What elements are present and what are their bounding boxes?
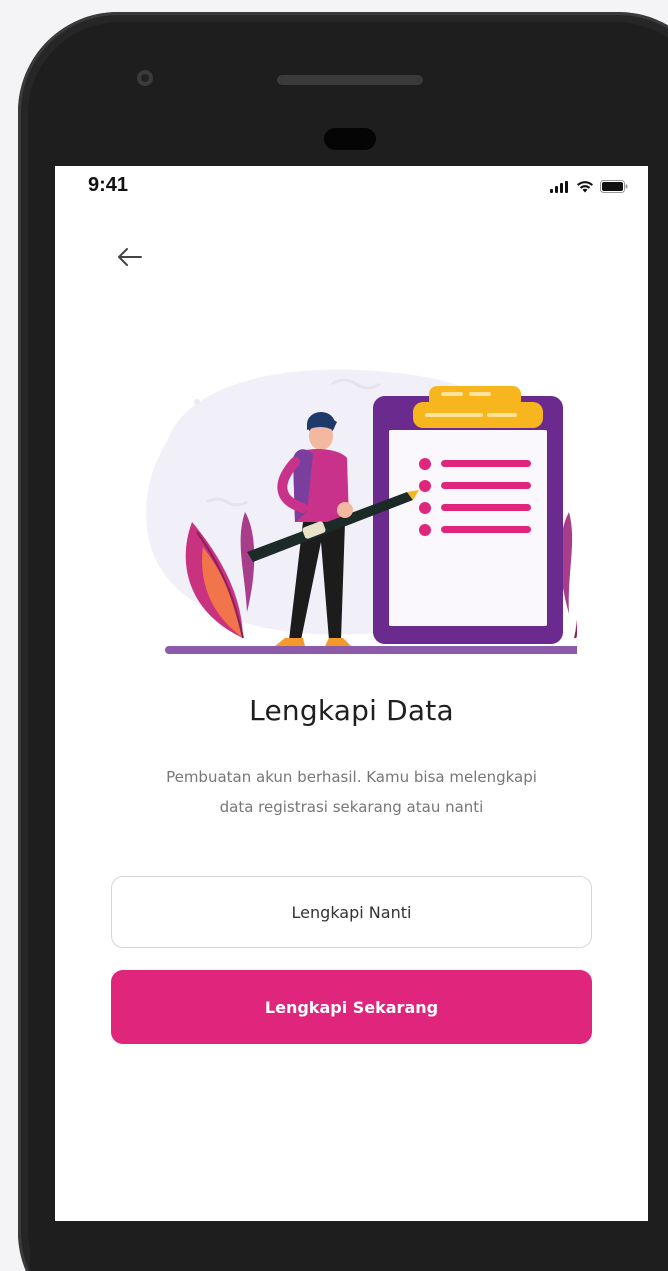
page-title: Lengkapi Data	[249, 694, 454, 727]
arrow-left-icon	[118, 248, 142, 266]
front-camera-icon	[137, 70, 153, 86]
back-button[interactable]	[113, 240, 147, 274]
status-time: 9:41	[88, 174, 129, 196]
complete-now-button[interactable]: Lengkapi Sekarang	[111, 970, 592, 1044]
subtitle-line-1: Pembuatan akun berhasil. Kamu bisa melen…	[166, 768, 537, 786]
page-subtitle: Pembuatan akun berhasil. Kamu bisa melen…	[115, 762, 588, 822]
cellular-signal-icon	[550, 180, 568, 193]
battery-icon	[600, 180, 628, 193]
status-icons	[550, 180, 628, 193]
subtitle-line-2: data registrasi sekarang atau nanti	[219, 798, 484, 816]
status-bar: 9:41	[55, 166, 648, 210]
phone-bottom-bezel	[30, 1221, 668, 1271]
earpiece-speaker	[277, 75, 423, 85]
app-screen: 9:41 Lengkapi Data Pembuatan akun berhas…	[55, 166, 648, 1221]
device-mockup: 9:41 Lengkapi Data Pembuatan akun berhas…	[0, 0, 668, 1271]
complete-later-button[interactable]: Lengkapi Nanti	[111, 876, 592, 948]
clipboard-illustration	[146, 369, 577, 654]
wifi-icon	[577, 181, 593, 193]
proximity-sensor	[324, 128, 376, 150]
